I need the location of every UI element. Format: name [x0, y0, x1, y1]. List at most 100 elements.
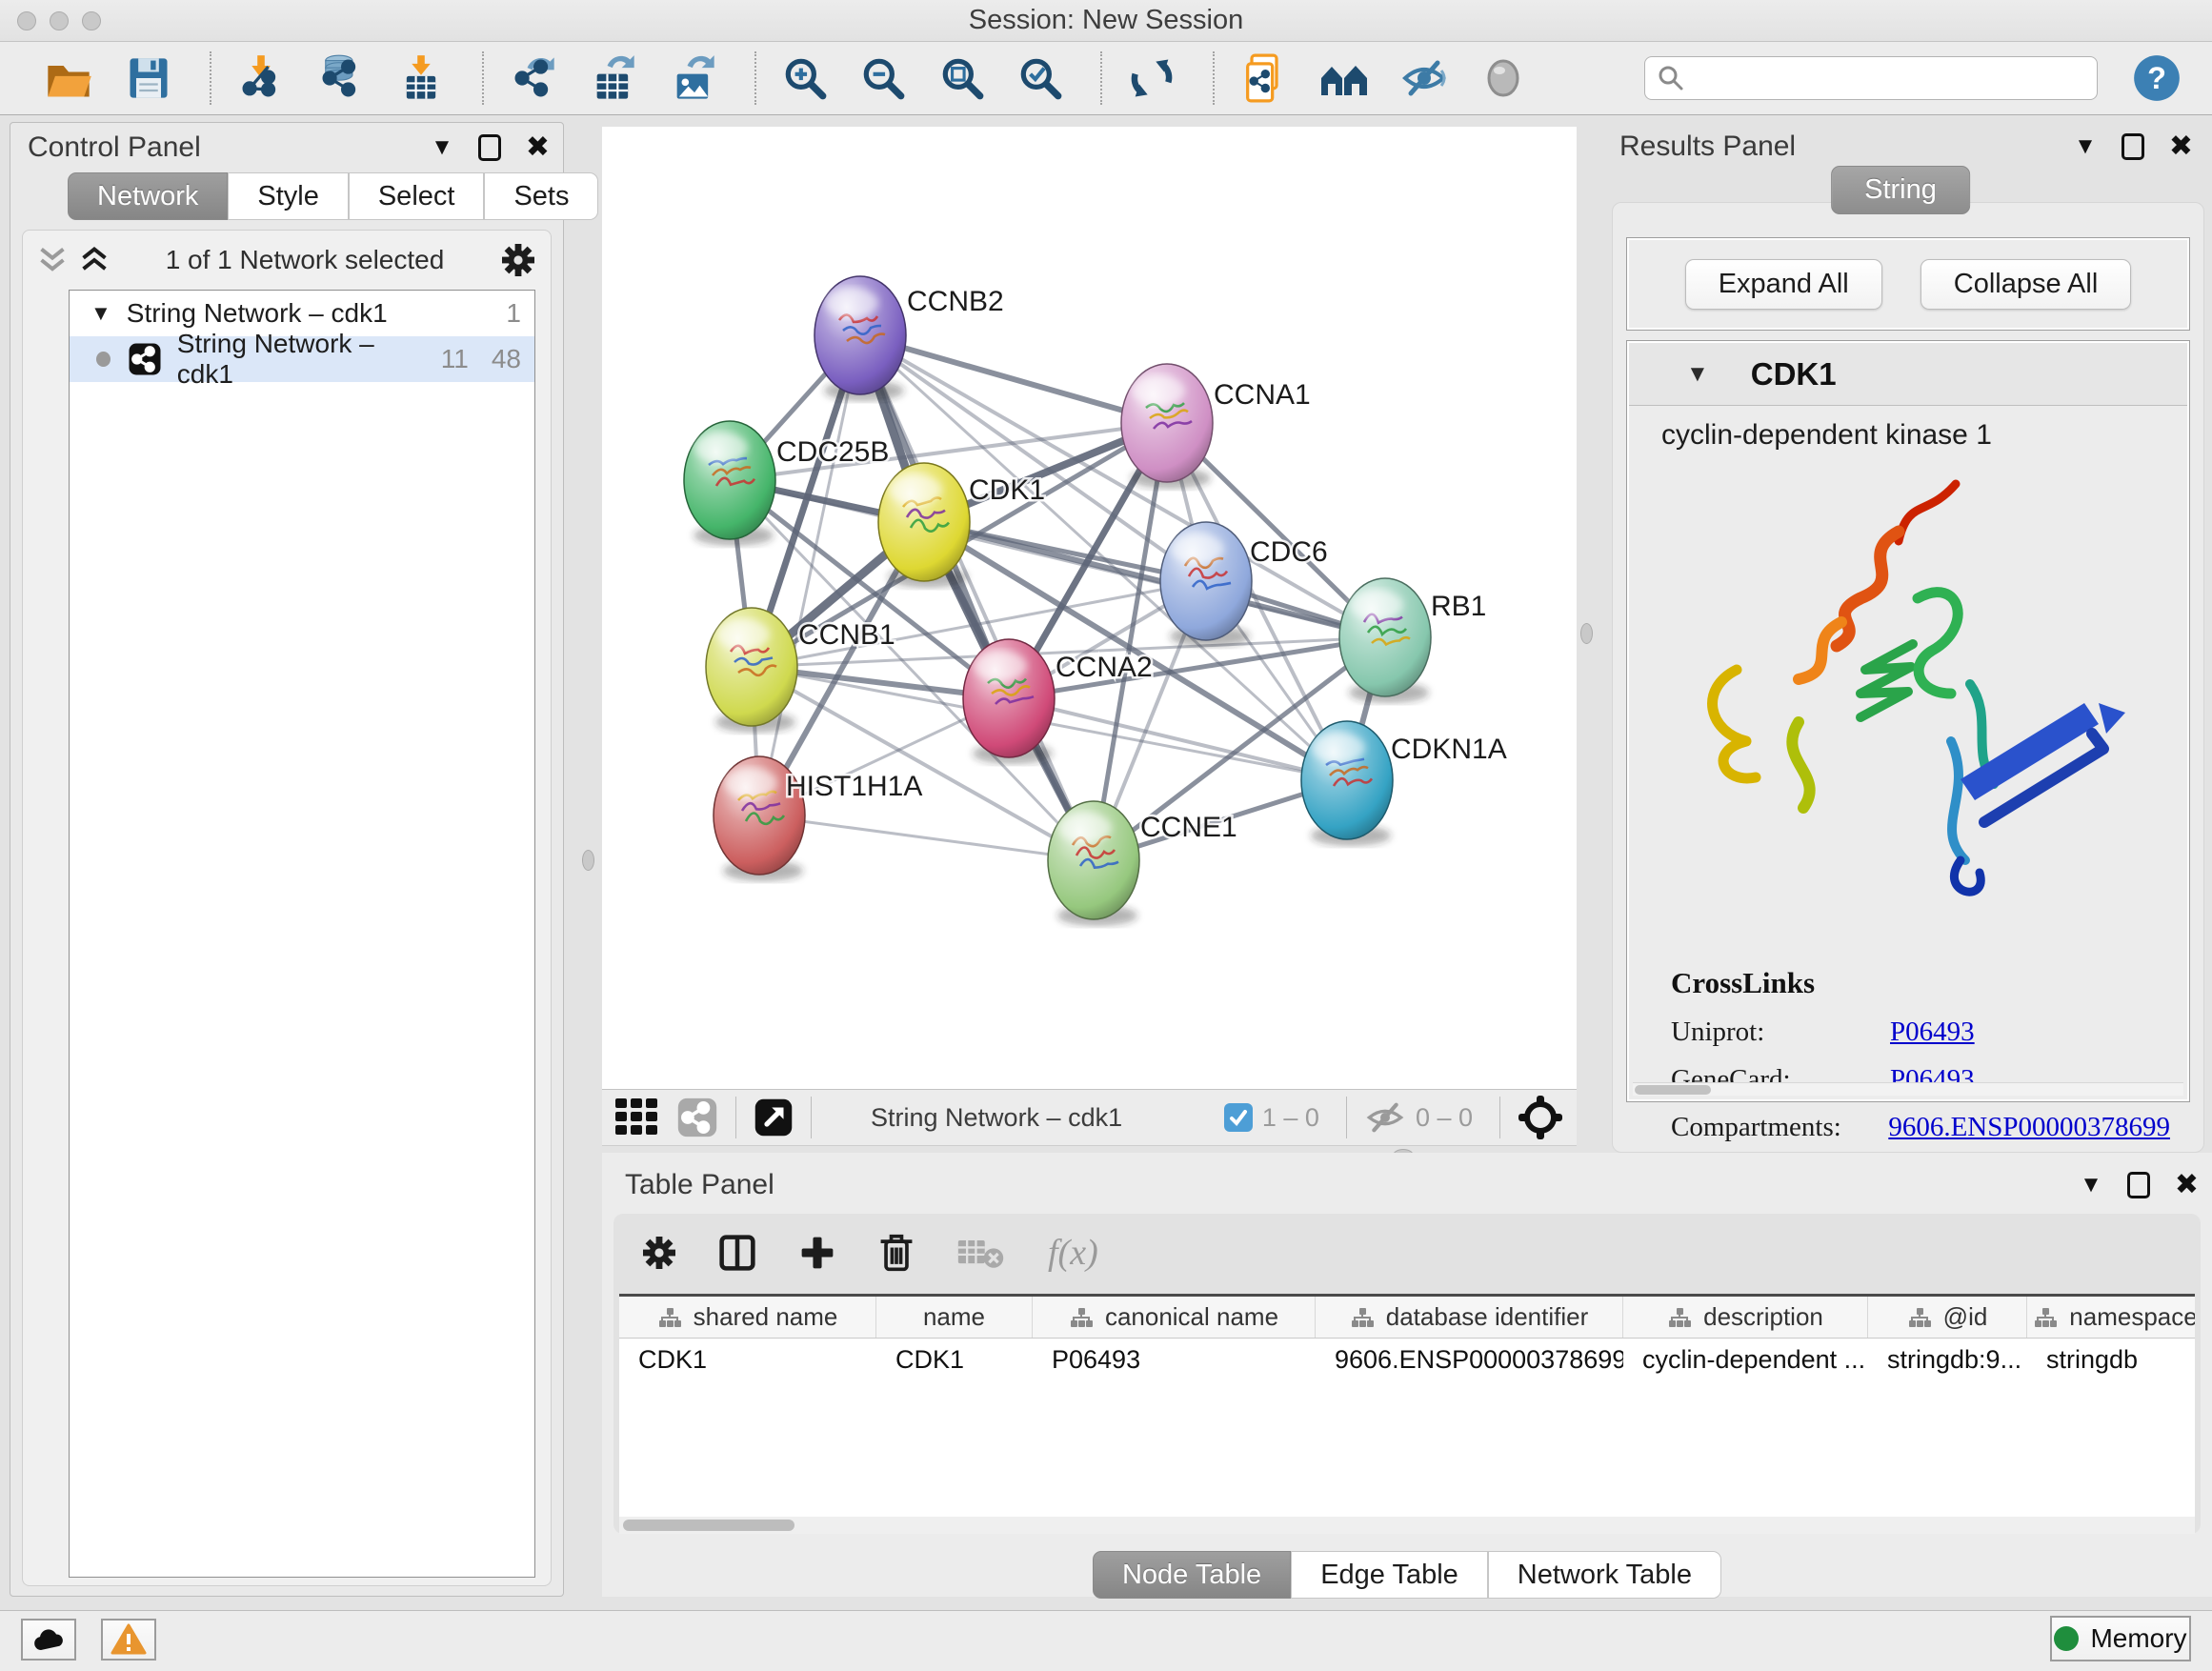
- network-node-ccnb2[interactable]: [814, 276, 906, 401]
- network-options-gear-icon[interactable]: [501, 243, 535, 277]
- open-session-icon[interactable]: [44, 53, 93, 103]
- tab-string[interactable]: String: [1831, 166, 1970, 214]
- panel-collapse-icon[interactable]: ▼: [2080, 1172, 2102, 1198]
- tab-sets[interactable]: Sets: [484, 172, 598, 220]
- tab-select[interactable]: Select: [349, 172, 485, 220]
- toolbar-search[interactable]: [1644, 56, 2098, 100]
- expand-all-button[interactable]: Expand All: [1685, 259, 1882, 310]
- results-scrollbar[interactable]: [1633, 1082, 2183, 1096]
- node-label-ccne1: CCNE1: [1140, 812, 1237, 843]
- network-collection-count: 1: [506, 298, 521, 329]
- network-node-rb1[interactable]: [1339, 578, 1431, 703]
- panel-collapse-icon[interactable]: ▼: [431, 134, 453, 161]
- panel-close-icon[interactable]: ✖: [526, 131, 550, 164]
- column-header-@id[interactable]: @id: [1868, 1297, 2027, 1338]
- tab-network[interactable]: Network: [68, 172, 228, 220]
- help-icon[interactable]: ?: [2132, 53, 2182, 103]
- panel-close-icon[interactable]: ✖: [2169, 130, 2193, 163]
- crosslink-link[interactable]: 9606.ENSP00000378699: [1888, 1112, 2170, 1143]
- node-label-ccnb2: CCNB2: [907, 286, 1004, 317]
- panel-close-icon[interactable]: ✖: [2175, 1168, 2199, 1201]
- network-tree-child-row[interactable]: String Network – cdk1 11 48: [70, 336, 534, 382]
- panel-float-icon[interactable]: [2127, 1172, 2150, 1198]
- title-bar: Session: New Session: [0, 0, 2212, 42]
- tab-node-table[interactable]: Node Table: [1093, 1551, 1291, 1599]
- left-splitter-handle[interactable]: [582, 850, 594, 871]
- node-table-box: f(x) shared namenamecanonical namedataba…: [613, 1214, 2201, 1534]
- column-header-name[interactable]: name: [876, 1297, 1033, 1338]
- network-node-ccnb1[interactable]: [706, 608, 797, 733]
- panel-collapse-icon[interactable]: ▼: [2074, 133, 2097, 160]
- crosshair-icon[interactable]: [1518, 1095, 1563, 1140]
- birdseye-icon[interactable]: [754, 1097, 794, 1137]
- show-columns-icon[interactable]: [718, 1234, 756, 1272]
- document-network-icon[interactable]: [1239, 53, 1289, 103]
- node-label-cdc25b: CDC25B: [776, 436, 889, 468]
- search-input[interactable]: [1685, 63, 2066, 94]
- export-table-icon[interactable]: [589, 53, 638, 103]
- network-selection-status: 1 of 1 Network selected: [109, 245, 501, 275]
- save-session-icon[interactable]: [124, 53, 173, 103]
- selected-count: 1 – 0: [1262, 1103, 1319, 1133]
- eye-icon: [1479, 53, 1527, 103]
- table-options-gear-icon[interactable]: [642, 1236, 676, 1270]
- zoom-in-icon[interactable]: [781, 53, 829, 103]
- zoom-selected-icon[interactable]: [1016, 53, 1064, 103]
- tab-style[interactable]: Style: [228, 172, 348, 220]
- panel-float-icon[interactable]: [478, 134, 501, 161]
- column-header-database-identifier[interactable]: database identifier: [1316, 1297, 1623, 1338]
- houses-icon[interactable]: [1319, 53, 1369, 103]
- protein-section-header[interactable]: ▼ CDK1: [1629, 343, 2187, 406]
- table-panel: Table Panel ▼ ✖ f(x) shared namenamecano…: [602, 1153, 2212, 1597]
- import-network-icon[interactable]: [236, 53, 286, 103]
- zoom-fit-icon[interactable]: [938, 53, 986, 103]
- column-header-description[interactable]: description: [1623, 1297, 1868, 1338]
- warning-status-button[interactable]: [101, 1619, 156, 1661]
- refresh-icon[interactable]: [1127, 53, 1176, 103]
- eye-slash-icon[interactable]: [1399, 53, 1449, 103]
- grid-view-icon[interactable]: [615, 1098, 659, 1137]
- network-share-icon[interactable]: [676, 1097, 718, 1138]
- zoom-out-icon[interactable]: [859, 53, 907, 103]
- selected-checkbox-icon[interactable]: [1224, 1103, 1253, 1132]
- crosslink-row: Compartments:9606.ENSP00000378699: [1671, 1112, 2170, 1143]
- delete-column-icon[interactable]: [878, 1233, 915, 1273]
- collapse-all-icon[interactable]: [38, 245, 67, 275]
- control-panel-title: Control Panel: [28, 131, 201, 164]
- toolbar-separator: [482, 51, 484, 105]
- network-node-ccne1[interactable]: [1048, 801, 1139, 926]
- network-node-cdkn1a[interactable]: [1301, 721, 1393, 846]
- table-cell: cyclin-dependent ...: [1623, 1339, 1868, 1380]
- panel-float-icon[interactable]: [2122, 133, 2144, 160]
- import-table-icon[interactable]: [396, 53, 446, 103]
- export-image-icon[interactable]: [669, 53, 718, 103]
- export-network-icon[interactable]: [509, 53, 558, 103]
- network-canvas[interactable]: CCNB2CCNA1CDC25BCDK1CDC6RB1CCNB1CCNA2CDK…: [602, 127, 1577, 1089]
- section-expander-icon[interactable]: ▼: [1686, 361, 1709, 388]
- import-database-icon[interactable]: [316, 53, 366, 103]
- tab-edge-table[interactable]: Edge Table: [1291, 1551, 1488, 1599]
- network-node-cdc25b[interactable]: [684, 421, 775, 546]
- node-table[interactable]: shared namenamecanonical namedatabase id…: [619, 1294, 2195, 1517]
- expand-all-icon[interactable]: [80, 245, 109, 275]
- memory-status-dot: [2054, 1626, 2079, 1651]
- network-node-ccna1[interactable]: [1121, 364, 1213, 489]
- cloud-status-button[interactable]: [21, 1619, 76, 1661]
- collapse-all-button[interactable]: Collapse All: [1920, 259, 2132, 310]
- crosslink-link[interactable]: P06493: [1890, 1017, 1975, 1048]
- tab-network-table[interactable]: Network Table: [1488, 1551, 1721, 1599]
- add-column-icon[interactable]: [798, 1234, 836, 1272]
- column-header-canonical-name[interactable]: canonical name: [1033, 1297, 1316, 1338]
- network-label: String Network – cdk1: [177, 329, 418, 390]
- tree-expander-icon[interactable]: ▼: [90, 301, 111, 326]
- network-collection-label: String Network – cdk1: [127, 298, 388, 329]
- network-edge[interactable]: [759, 335, 860, 815]
- memory-button[interactable]: Memory: [2050, 1616, 2191, 1661]
- network-edge[interactable]: [759, 815, 1094, 860]
- node-label-ccnb1: CCNB1: [798, 619, 895, 651]
- table-hscrollbar[interactable]: [619, 1517, 2195, 1534]
- table-cell: CDK1: [876, 1339, 1033, 1380]
- column-header-shared-name[interactable]: shared name: [619, 1297, 876, 1338]
- column-header-namespace[interactable]: namespace: [2027, 1297, 2195, 1338]
- table-row[interactable]: CDK1CDK1P064939606.ENSP00000378699cyclin…: [619, 1339, 2195, 1380]
